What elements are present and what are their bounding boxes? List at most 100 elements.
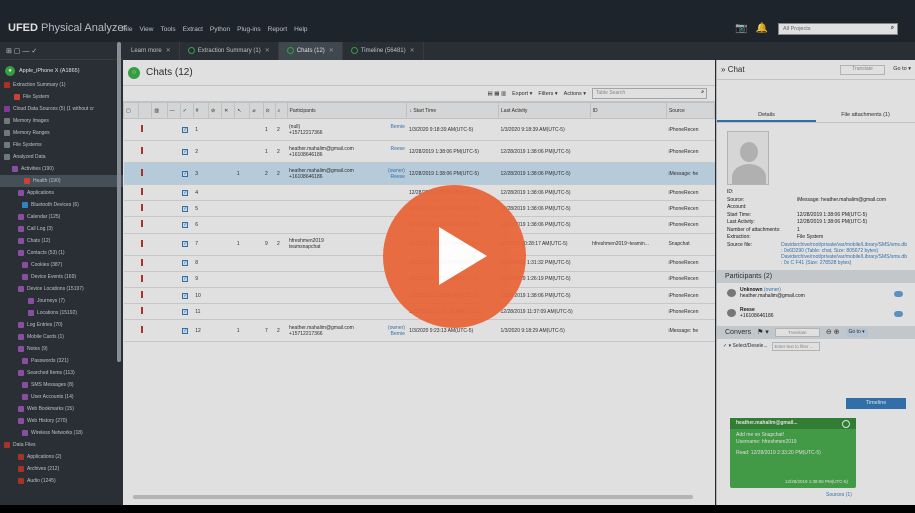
menu-item-view[interactable]: View (139, 26, 153, 33)
cell-check[interactable]: ✓ (180, 162, 194, 185)
tree-item[interactable]: File System (0, 91, 123, 103)
cell-check[interactable]: ✓ (180, 271, 194, 288)
col-minus[interactable]: — (166, 102, 181, 119)
col-attach[interactable]: ⌀ (249, 102, 264, 119)
view-mode-icon[interactable]: ▤ ▦ ▥ (488, 91, 507, 97)
row-checkbox[interactable]: ✓ (182, 276, 189, 283)
device-node[interactable]: ● Apple_iPhone X (A1865) (0, 60, 123, 79)
row-checkbox[interactable]: ✓ (182, 126, 189, 133)
tree-item[interactable]: Locations (15192) (0, 307, 123, 319)
col-flag[interactable]: ▢ (122, 102, 140, 119)
conversation-filter-input[interactable]: Enter text to filter ... (771, 341, 820, 351)
tab-item[interactable]: Chats (12) ✕ (278, 42, 343, 60)
filters-button[interactable]: Filters ▾ (538, 91, 557, 97)
participant-item[interactable]: Unknown (owner) heather.mahalim@gmail.com (717, 283, 915, 303)
participant-item[interactable]: Reese +16108646186 (717, 303, 915, 323)
cell-check[interactable]: ✓ (180, 216, 194, 234)
actions-button[interactable]: Actions ▾ (564, 91, 586, 97)
close-icon[interactable]: ✕ (329, 48, 334, 54)
col-number[interactable]: # (192, 102, 210, 119)
cell-check[interactable]: ✓ (180, 255, 194, 272)
col-location[interactable]: ⊙ (262, 102, 276, 119)
tree-item[interactable]: File Systems (0, 139, 123, 151)
tree-item[interactable]: Extraction Summary (1) (0, 79, 123, 91)
col-source[interactable]: Source (665, 102, 716, 119)
tab-details[interactable]: Details (717, 107, 816, 122)
tab-item[interactable]: Timeline (56481) ✕ (343, 42, 424, 60)
menu-item-plugins[interactable]: Plug-ins (237, 26, 260, 33)
tree-item[interactable]: Audio (1245) (0, 475, 123, 487)
row-checkbox[interactable]: ✓ (182, 189, 189, 196)
tree-item[interactable]: Journeys (7) (0, 295, 123, 307)
col-participants[interactable]: Participants (286, 102, 408, 119)
tree-item[interactable]: Memory Ranges (0, 127, 123, 139)
cell-check[interactable]: ✓ (180, 233, 194, 256)
tree-item[interactable]: Contacts (53) (1) (0, 247, 123, 259)
col-pointer[interactable]: ↖ (234, 102, 251, 119)
tree-item[interactable]: Archives (212) (0, 463, 123, 475)
table-row[interactable]: ✓ 2 1 2 heather.mahalim@gmail.com Reese +16108… (123, 140, 715, 163)
cell-check[interactable]: ✓ (180, 319, 194, 343)
tree-item[interactable]: Mobile Cards (1) (0, 331, 123, 343)
cell-check[interactable]: ✓ (180, 140, 194, 163)
col-id[interactable]: ID (589, 102, 667, 119)
menu-item-report[interactable]: Report (268, 26, 288, 33)
row-checkbox[interactable]: ✓ (182, 205, 189, 212)
col-start-time[interactable]: ↓ Start Time (406, 102, 500, 119)
tab-item[interactable]: Extraction Summary (1) ✕ (180, 42, 279, 60)
tab-file-attachments[interactable]: File attachments (1) (816, 107, 915, 122)
col-tag[interactable] (138, 102, 153, 119)
menu-item-extract[interactable]: Extract (183, 26, 203, 33)
tree-item[interactable]: Bluetooth Devices (6) (0, 199, 123, 211)
menu-item-help[interactable]: Help (294, 26, 307, 33)
tree-item[interactable]: Notes (9) (0, 343, 123, 355)
col-check[interactable]: ✓ (179, 102, 194, 119)
select-deselect-checkbox[interactable]: ✓ ▾ Select/Desele... (723, 343, 768, 349)
tab-item[interactable]: Learn more ✕ (123, 42, 180, 60)
row-checkbox[interactable]: ✓ (182, 170, 189, 177)
tree-item[interactable]: Applications (2) (0, 451, 123, 463)
tree-item[interactable]: Device Locations (15197) (0, 283, 123, 295)
goto-timeline-option[interactable]: Timeline (846, 398, 906, 409)
menu-item-python[interactable]: Python (210, 26, 230, 33)
translate-button[interactable]: Translate (840, 65, 885, 75)
conversation-goto-button[interactable]: Go to ▾ (845, 327, 868, 337)
tree-item[interactable]: Data Files (0, 439, 123, 451)
row-checkbox[interactable]: ✓ (182, 260, 189, 267)
tree-item[interactable]: Health (190) (0, 175, 123, 187)
col-last-activity[interactable]: Last Activity (498, 102, 591, 119)
close-icon[interactable]: ✕ (265, 48, 270, 54)
tree-item[interactable]: Analyzed Data (0, 151, 123, 163)
row-checkbox[interactable]: ✓ (182, 148, 189, 155)
tree-item[interactable]: Web Bookmarks (15) (0, 403, 123, 415)
tree-item[interactable]: User Accounts (14) (0, 391, 123, 403)
tree-item[interactable]: Applications (0, 187, 123, 199)
row-checkbox[interactable]: ✓ (182, 308, 189, 315)
menu-item-file[interactable]: File (122, 26, 132, 33)
row-checkbox[interactable]: ✓ (182, 327, 189, 334)
table-row[interactable]: ✓ 3 1 2 2 heather.mahalim@gmail.com (owner) +16… (123, 162, 715, 185)
tree-scrollbar[interactable] (117, 42, 121, 362)
tree-item[interactable]: Calendar (125) (0, 211, 123, 223)
cell-check[interactable]: ✓ (180, 303, 194, 321)
property-value[interactable]: Davidsrchive/root/private/var/mobile/Lib… (781, 242, 907, 266)
row-checkbox[interactable]: ✓ (182, 221, 189, 228)
table-row[interactable]: ✓ 1 1 2 (null) Bernie +15712217366 1/3/2020 9:1… (123, 118, 715, 141)
cell-check[interactable]: ✓ (180, 118, 194, 141)
table-search-input[interactable]: Table Search ⌕ (592, 88, 707, 99)
cell-check[interactable]: ✓ (180, 184, 194, 202)
goto-button[interactable]: Go to ▾ (893, 66, 911, 72)
tree-item[interactable]: Call Log (3) (0, 223, 123, 235)
project-selector[interactable]: All Projects ⌕ (778, 23, 898, 35)
menu-item-tools[interactable]: Tools (160, 26, 175, 33)
tree-item[interactable]: SMS Messages (8) (0, 379, 123, 391)
tree-item[interactable]: Log Entries (70) (0, 319, 123, 331)
col-deleted[interactable]: ⊘ (208, 102, 223, 119)
col-search[interactable]: ⌕ (274, 102, 288, 119)
zoom-icon[interactable]: ⊖ ⊕ (826, 328, 840, 336)
conversation-tools-icon[interactable]: ⚑ ▾ (757, 328, 769, 336)
close-icon[interactable]: ✕ (410, 48, 415, 54)
row-checkbox[interactable]: ✓ (182, 241, 189, 248)
col-chart-icon[interactable]: ▥ (151, 102, 168, 119)
tree-item[interactable]: Chats (12) (0, 235, 123, 247)
